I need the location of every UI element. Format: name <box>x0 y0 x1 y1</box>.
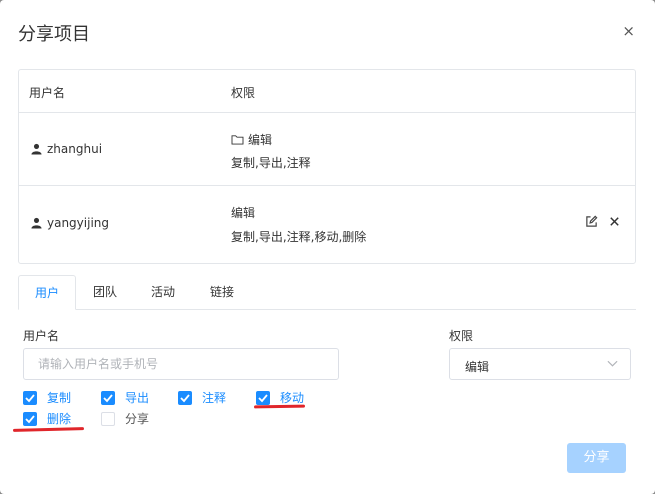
tab-activity[interactable]: 活动 <box>139 275 187 310</box>
checkbox-export[interactable]: 导出 <box>101 389 149 406</box>
user-name: yangyijing <box>47 216 110 230</box>
checkbox-checked-icon <box>178 390 192 405</box>
chevron-down-icon <box>607 360 618 367</box>
table-row: yangyijing 编辑 复制,导出,注释,移动,删除 <box>19 186 635 263</box>
table-row: zhanghui 编辑 复制,导出,注释 <box>19 113 635 186</box>
annotation-underline <box>253 404 306 409</box>
close-icon: × <box>622 22 635 40</box>
tab-users[interactable]: 用户 <box>18 275 76 310</box>
annotation-underline <box>12 427 85 432</box>
tab-links[interactable]: 链接 <box>198 275 246 310</box>
tab-teams[interactable]: 团队 <box>81 275 129 310</box>
checkbox-label: 导出 <box>125 391 150 405</box>
checkbox-copy[interactable]: 复制 <box>23 389 71 406</box>
username-input[interactable] <box>23 348 339 380</box>
checkbox-label: 复制 <box>47 391 72 405</box>
permission-level: 编辑 <box>231 206 256 220</box>
user-cell: zhanghui <box>31 142 102 156</box>
share-table: 用户名 权限 zhanghui 编辑 复制,导出,注释 yangyijing 编… <box>18 69 636 264</box>
checkbox-checked-icon <box>23 390 37 405</box>
checkbox-label: 注释 <box>202 391 227 405</box>
user-cell: yangyijing <box>31 216 109 230</box>
dialog-title: 分享项目 <box>18 24 90 45</box>
permission-select[interactable]: 编辑 <box>449 348 631 380</box>
column-header-user: 用户名 <box>29 86 66 100</box>
person-icon <box>31 217 42 229</box>
permission-level: 编辑 <box>248 133 273 147</box>
permission-abilities: 复制,导出,注释 <box>231 156 311 170</box>
person-icon <box>31 143 42 155</box>
row-actions <box>585 215 621 228</box>
checkbox-checked-icon <box>101 390 115 405</box>
column-header-permission: 权限 <box>231 86 256 100</box>
checkbox-share[interactable]: 分享 <box>101 410 149 427</box>
checkbox-checked-icon <box>256 390 270 405</box>
permission-cell: 编辑 <box>231 204 255 221</box>
checkbox-move[interactable]: 移动 <box>256 389 304 406</box>
permission-label: 权限 <box>449 329 474 343</box>
folder-icon <box>231 135 244 145</box>
checkbox-label: 分享 <box>125 412 150 426</box>
share-dialog: 分享项目 × 用户名 权限 zhanghui 编辑 复制,导出,注释 yangy… <box>0 0 655 494</box>
delete-icon[interactable] <box>608 215 621 228</box>
permission-cell: 编辑 <box>231 131 272 148</box>
user-name: zhanghui <box>47 142 103 156</box>
checkbox-delete[interactable]: 删除 <box>23 410 71 427</box>
checkbox-unchecked-icon <box>101 411 115 426</box>
checkbox-label: 删除 <box>47 412 72 426</box>
username-label: 用户名 <box>23 329 60 343</box>
checkbox-label: 移动 <box>280 391 305 405</box>
table-header: 用户名 权限 <box>19 70 635 113</box>
tab-bar: 用户 团队 活动 链接 <box>18 275 636 310</box>
edit-icon[interactable] <box>585 215 598 228</box>
permission-select-value: 编辑 <box>465 360 490 374</box>
close-button[interactable]: × <box>622 22 635 40</box>
permission-abilities: 复制,导出,注释,移动,删除 <box>231 230 367 244</box>
checkbox-annotate[interactable]: 注释 <box>178 389 226 406</box>
checkbox-checked-icon <box>23 411 37 426</box>
share-button[interactable]: 分享 <box>567 443 626 473</box>
